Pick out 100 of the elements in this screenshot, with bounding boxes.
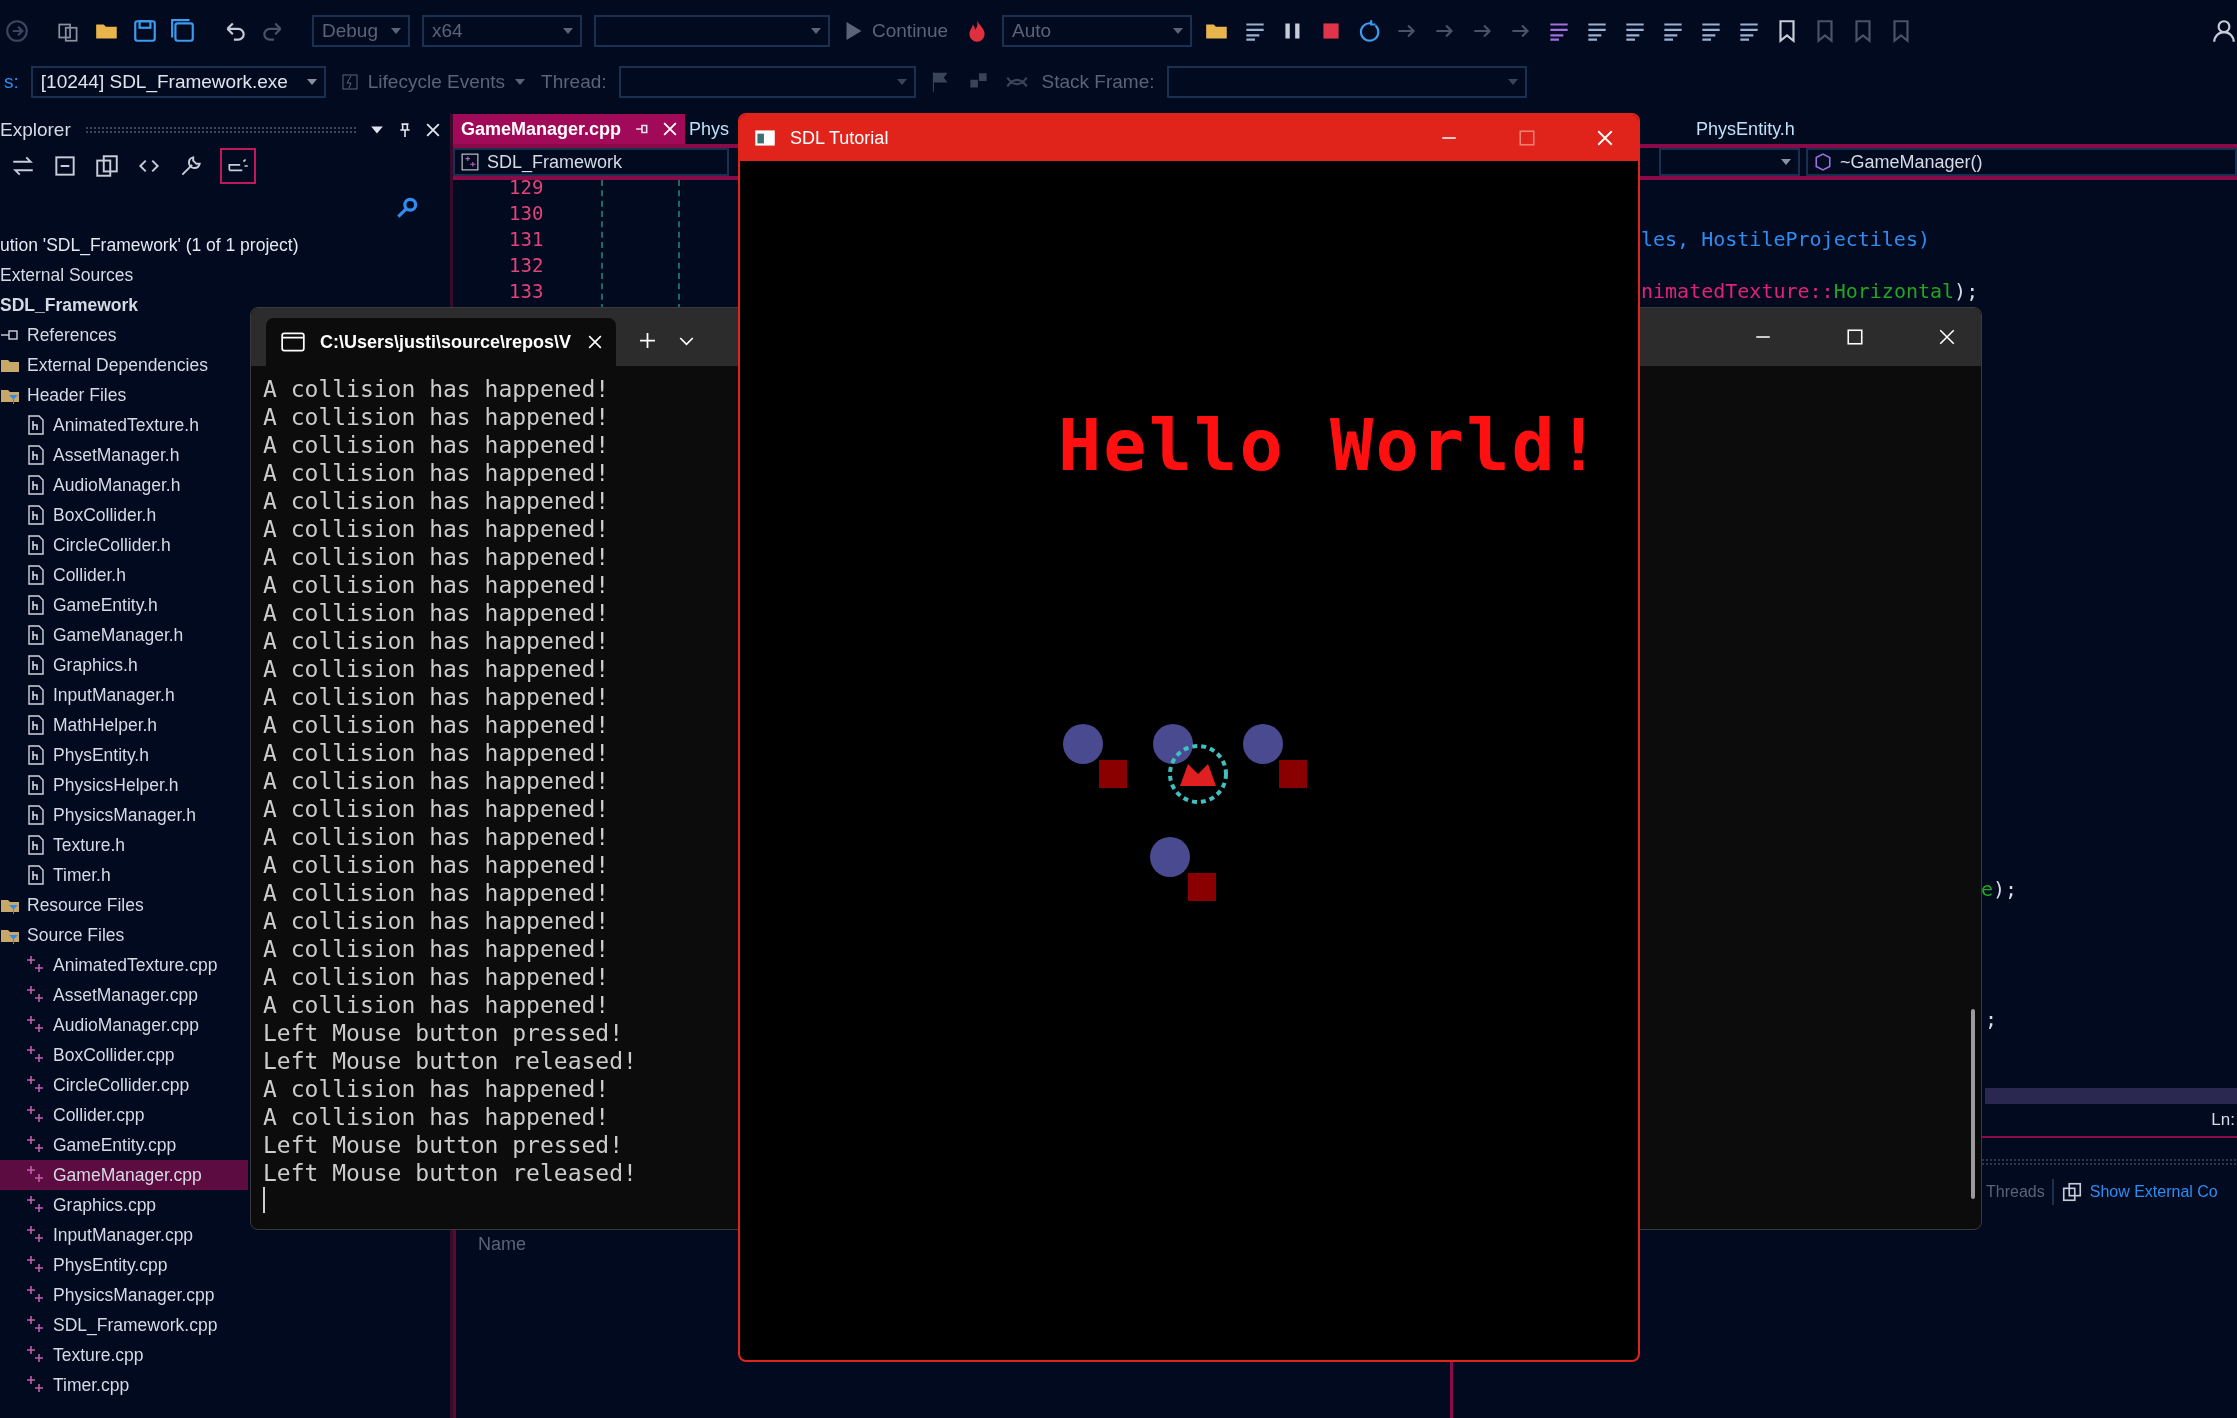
caret-icon	[515, 79, 526, 85]
copy-icon[interactable]	[94, 153, 120, 179]
caret-icon	[391, 28, 401, 34]
show-external-link[interactable]: Show External Co	[2089, 1183, 2218, 1201]
console-line: A collision has happened!	[263, 627, 610, 655]
code-line: ;	[1985, 1006, 1998, 1032]
line-number: 129	[509, 175, 544, 200]
tree-item[interactable]: Texture.cpp	[0, 1340, 144, 1370]
source-file-icon	[26, 1165, 46, 1185]
tree-item[interactable]: BoxCollider.h	[0, 500, 157, 530]
console-line: A collision has happened!	[263, 515, 610, 543]
tree-item[interactable]: SDL_Framework	[0, 290, 139, 320]
tree-item[interactable]: Collider.h	[0, 560, 126, 590]
tree-item[interactable]: External Dependencies	[0, 350, 208, 380]
source-file-icon	[26, 985, 46, 1005]
tree-item[interactable]: Resource Files	[0, 890, 144, 920]
pin-icon[interactable]	[635, 122, 650, 136]
tree-item[interactable]: Texture.h	[0, 830, 125, 860]
tree-item[interactable]: InputManager.h	[0, 680, 175, 710]
tree-item[interactable]: MathHelper.h	[0, 710, 158, 740]
tree-item[interactable]: Graphics.cpp	[0, 1190, 157, 1220]
tree-item[interactable]: PhysicsHelper.h	[0, 770, 179, 800]
vertical-scrollbar[interactable]	[1971, 1009, 1975, 1199]
tree-item[interactable]: GameManager.cpp	[0, 1160, 248, 1190]
tree-item[interactable]: Graphics.h	[0, 650, 138, 680]
tree-item[interactable]: AudioManager.h	[0, 470, 181, 500]
tree-item[interactable]: SDL_Framework.cpp	[0, 1310, 218, 1340]
tree-item[interactable]: AnimatedTexture.h	[0, 410, 199, 440]
close-icon[interactable]	[426, 123, 440, 137]
tree-item[interactable]: Timer.h	[0, 860, 111, 890]
terminal-tab[interactable]: C:\Users\justi\source\repos\V	[266, 318, 616, 366]
member-dropdown[interactable]: ~GameManager()	[1806, 148, 2237, 176]
code-line: e);	[1981, 876, 2018, 902]
column-header: Name	[478, 1234, 526, 1254]
source-file-icon	[26, 1195, 46, 1215]
tree-item[interactable]: Timer.cpp	[0, 1370, 130, 1400]
tree-item[interactable]: AssetManager.cpp	[0, 980, 198, 1010]
tree-item[interactable]: GameManager.h	[0, 620, 184, 650]
horizontal-scrollbar[interactable]	[1985, 1088, 2237, 1104]
header-file-icon	[26, 415, 46, 435]
plus-icon[interactable]	[640, 333, 655, 348]
process-label: s:	[4, 71, 19, 93]
tree-item[interactable]: AssetManager.h	[0, 440, 180, 470]
tree-item[interactable]: References	[0, 320, 117, 350]
tree-item[interactable]: PhysicsManager.h	[0, 800, 196, 830]
search-icon[interactable]	[394, 195, 420, 221]
save-all-icon[interactable]	[170, 18, 196, 44]
editor-tab[interactable]: Phys	[685, 114, 734, 144]
tree-item[interactable]: Collider.cpp	[0, 1100, 145, 1130]
source-file-icon	[26, 1075, 46, 1095]
banner-text: Hello World!	[1058, 403, 1603, 487]
console-line: A collision has happened!	[263, 571, 610, 599]
tree-item[interactable]: CircleCollider.cpp	[0, 1070, 190, 1100]
collapse-icon[interactable]	[52, 153, 78, 179]
tree-item[interactable]: External Sources	[0, 260, 134, 290]
account-icon[interactable]	[2211, 18, 2237, 44]
console-line: A collision has happened!	[263, 963, 610, 991]
cursor-position-label: Ln:	[2211, 1110, 2235, 1130]
tree-item[interactable]: InputManager.cpp	[0, 1220, 194, 1250]
caret-icon	[896, 79, 907, 85]
tree-item[interactable]: GameEntity.h	[0, 590, 158, 620]
tree-item[interactable]: Source Files	[0, 920, 125, 950]
project-scope-dropdown[interactable]: SDL_Framework	[453, 148, 729, 176]
header-file-icon	[26, 685, 46, 705]
startup-dropdown[interactable]	[594, 15, 830, 47]
tree-item[interactable]: PhysEntity.h	[0, 740, 149, 770]
tree-item[interactable]: BoxCollider.cpp	[0, 1040, 175, 1070]
source-file-icon	[26, 1105, 46, 1125]
source-file-icon	[26, 1015, 46, 1035]
ball	[1150, 837, 1190, 877]
ball	[1063, 724, 1103, 764]
source-file-icon	[26, 1345, 46, 1365]
tree-item[interactable]: AnimatedTexture.cpp	[0, 950, 218, 980]
tree-item[interactable]: ution 'SDL_Framework' (1 of 1 project)	[0, 230, 299, 260]
tree-item[interactable]: CircleCollider.h	[0, 530, 171, 560]
text-cursor	[263, 1187, 265, 1213]
tree-item[interactable]: PhysEntity.cpp	[0, 1250, 168, 1280]
tree-item[interactable]: GameEntity.cpp	[0, 1130, 177, 1160]
ship-drawing	[1168, 744, 1228, 804]
console-line: A collision has happened!	[263, 599, 610, 627]
header-file-icon	[26, 595, 46, 615]
console-line: A collision has happened!	[263, 991, 610, 1019]
source-file-icon	[26, 1375, 46, 1395]
code-line: les, HostileProjectiles)	[1641, 226, 1930, 252]
console-line: A collision has happened!	[263, 1103, 610, 1131]
editor-tab[interactable]: PhysEntity.h	[1688, 114, 1803, 144]
tree-item[interactable]: PhysicsManager.cpp	[0, 1280, 215, 1310]
tree-item[interactable]: AudioManager.cpp	[0, 1010, 199, 1040]
console-line: Left Mouse button released!	[263, 1159, 637, 1187]
editor-tab[interactable]: GameManager.cpp	[453, 114, 686, 144]
console-line: A collision has happened!	[263, 487, 610, 515]
console-line: A collision has happened!	[263, 375, 610, 403]
process-dropdown[interactable]: [10244] SDL_Framework.exe	[30, 66, 326, 98]
copy-icon[interactable]	[2060, 1181, 2083, 1203]
tree-item[interactable]: Header Files	[0, 380, 127, 410]
console-line: A collision has happened!	[263, 935, 610, 963]
pin-icon[interactable]	[398, 123, 412, 137]
source-file-icon	[26, 1225, 46, 1245]
save-icon[interactable]	[132, 18, 158, 44]
project-icon	[461, 153, 479, 171]
